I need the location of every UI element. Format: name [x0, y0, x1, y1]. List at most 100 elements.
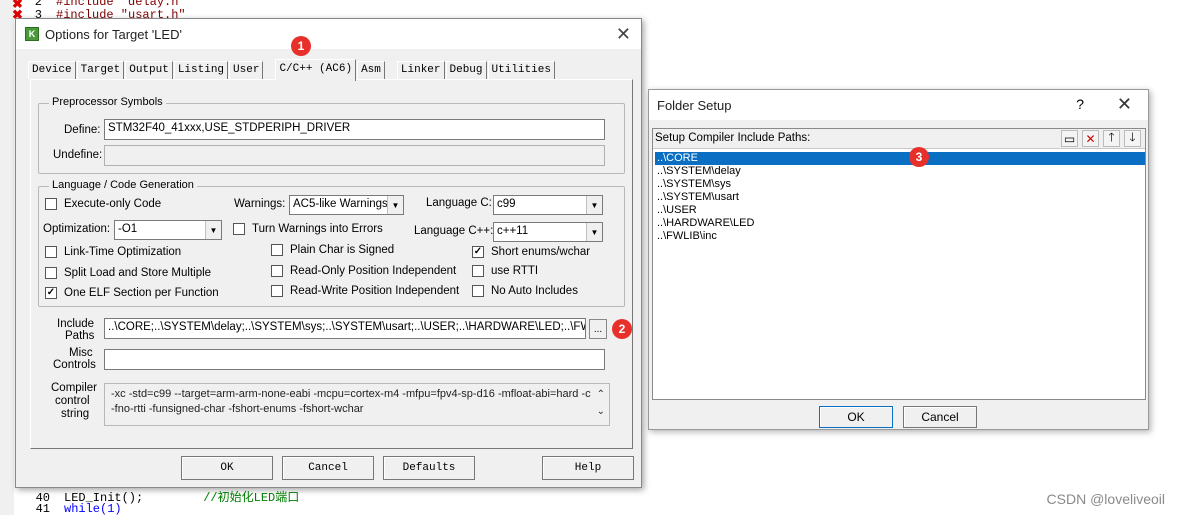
checkbox-box: [45, 246, 57, 258]
watermark: CSDN @loveliveoil: [1046, 491, 1165, 507]
use-rtti-checkbox[interactable]: use RTTI: [472, 265, 538, 277]
checkbox-box: [45, 267, 57, 279]
chevron-down-icon: ▼: [387, 196, 403, 214]
compiler-control-label-2: control: [55, 395, 90, 407]
keil-app-icon: K: [25, 27, 39, 41]
path-item-fwlib[interactable]: ..\FWLIB\inc: [655, 230, 1145, 243]
ro-position-checkbox[interactable]: Read-Only Position Independent: [271, 265, 456, 277]
define-label: Define:: [64, 124, 101, 136]
short-enums-checkbox[interactable]: ✓ Short enums/wchar: [472, 246, 590, 258]
tab-linker[interactable]: Linker: [396, 61, 445, 79]
checkbox-box: [271, 285, 283, 297]
optimization-label: Optimization:: [43, 223, 111, 235]
path-item-user[interactable]: ..\USER: [655, 204, 1145, 217]
annotation-badge-2: 2: [612, 319, 632, 339]
delete-icon[interactable]: ✕: [1082, 130, 1099, 147]
cpp-tab-page: Preprocessor Symbols Define: STM32F40_41…: [30, 79, 633, 449]
compiler-control-label: Compiler: [51, 382, 98, 394]
language-c-select[interactable]: c99 ▼: [493, 195, 603, 215]
define-input[interactable]: STM32F40_41xxx,USE_STDPERIPH_DRIVER: [104, 119, 605, 140]
close-icon[interactable]: ✕: [1117, 94, 1132, 115]
chevron-down-icon: ▼: [586, 196, 602, 214]
options-dialog: K Options for Target 'LED' ✕ Device Targ…: [15, 18, 642, 488]
language-group-title: Language / Code Generation: [49, 179, 197, 191]
code-line: 41 while(1): [35, 502, 122, 515]
path-item-sys[interactable]: ..\SYSTEM\sys: [655, 178, 1145, 191]
no-auto-includes-checkbox[interactable]: No Auto Includes: [472, 285, 578, 297]
folder-setup-title: Folder Setup: [657, 97, 732, 113]
one-elf-checkbox[interactable]: ✓ One ELF Section per Function: [45, 287, 219, 299]
ok-button[interactable]: OK: [181, 456, 273, 480]
include-paths-label-2: Paths: [65, 330, 95, 342]
folder-setup-titlebar[interactable]: Folder Setup ? ✕: [649, 90, 1148, 120]
tab-device[interactable]: Device: [28, 61, 76, 79]
check-icon: ✓: [472, 246, 484, 258]
screen: ✖ ✖ 2 #include "delay.h" 3 #include "usart…: [0, 0, 1179, 515]
include-paths-header: Setup Compiler Include Paths: ▭ ✕ 🡑 🡓: [653, 129, 1145, 149]
compiler-control-string: -xc -std=c99 --target=arm-arm-none-eabi …: [104, 383, 610, 426]
path-item-core[interactable]: ..\CORE: [655, 152, 1145, 165]
options-dialog-title: Options for Target 'LED': [45, 26, 182, 42]
include-paths-label: Include: [57, 318, 95, 330]
chevron-down-icon: ▼: [586, 223, 602, 241]
language-cpp-select[interactable]: c++11 ▼: [493, 222, 603, 242]
execute-only-checkbox[interactable]: Execute-only Code: [45, 198, 161, 210]
list-toolbar: ▭ ✕ 🡑 🡓: [1061, 130, 1141, 147]
checkbox-box: [271, 244, 283, 256]
path-item-led[interactable]: ..\HARDWARE\LED: [655, 217, 1145, 230]
check-icon: ✓: [45, 287, 57, 299]
checkbox-box: [45, 198, 57, 210]
misc-controls-input[interactable]: [104, 349, 605, 370]
link-time-checkbox[interactable]: Link-Time Optimization: [45, 246, 181, 258]
optimization-select[interactable]: -O1 ▼: [114, 220, 222, 240]
defaults-button[interactable]: Defaults: [383, 456, 475, 480]
checkbox-box: [233, 223, 245, 235]
compiler-control-label-3: string: [61, 408, 90, 420]
folder-setup-dialog: Folder Setup ? ✕ Setup Compiler Include …: [648, 89, 1149, 430]
split-load-checkbox[interactable]: Split Load and Store Multiple: [45, 267, 211, 279]
tab-debug[interactable]: Debug: [445, 61, 487, 79]
close-icon[interactable]: ✕: [616, 24, 631, 45]
tab-output[interactable]: Output: [125, 61, 173, 79]
move-down-icon[interactable]: 🡓: [1124, 130, 1141, 147]
annotation-badge-3: 3: [909, 147, 929, 167]
tab-user[interactable]: User: [229, 61, 264, 79]
scroll-arrows-icon[interactable]: ⌃ ⌄: [597, 386, 605, 420]
tab-strip: Device Target Output Listing User C/C++ …: [28, 59, 556, 81]
options-dialog-titlebar[interactable]: K Options for Target 'LED' ✕: [16, 19, 641, 49]
path-item-usart[interactable]: ..\SYSTEM\usart: [655, 191, 1145, 204]
checkbox-box: [271, 265, 283, 277]
new-folder-icon[interactable]: ▭: [1061, 130, 1078, 147]
annotation-badge-1: 1: [291, 36, 311, 56]
undefine-input[interactable]: [104, 145, 605, 166]
cancel-button[interactable]: Cancel: [282, 456, 374, 480]
warnings-select[interactable]: AC5-like Warnings ▼: [289, 195, 404, 215]
include-paths-browse-button[interactable]: ...: [589, 319, 607, 339]
misc-controls-label-2: Controls: [53, 359, 96, 371]
warnings-label: Warnings:: [234, 198, 286, 210]
plain-char-checkbox[interactable]: Plain Char is Signed: [271, 244, 394, 256]
rw-position-checkbox[interactable]: Read-Write Position Independent: [271, 285, 459, 297]
editor-gutter: [0, 0, 14, 515]
folder-ok-button[interactable]: OK: [819, 406, 893, 428]
preprocessor-group-title: Preprocessor Symbols: [49, 96, 166, 108]
checkbox-box: [472, 285, 484, 297]
help-button[interactable]: Help: [542, 456, 634, 480]
help-icon[interactable]: ?: [1076, 96, 1084, 112]
tab-listing[interactable]: Listing: [173, 61, 229, 79]
tab-target[interactable]: Target: [76, 61, 125, 79]
folder-cancel-button[interactable]: Cancel: [903, 406, 977, 428]
move-up-icon[interactable]: 🡑: [1103, 130, 1120, 147]
tab-cpp-ac6[interactable]: C/C++ (AC6): [275, 59, 357, 81]
include-paths-list: Setup Compiler Include Paths: ▭ ✕ 🡑 🡓 ..…: [652, 128, 1146, 400]
turn-warnings-checkbox[interactable]: Turn Warnings into Errors: [233, 223, 383, 235]
undefine-label: Undefine:: [53, 149, 103, 161]
include-paths-input[interactable]: ..\CORE;..\SYSTEM\delay;..\SYSTEM\sys;..…: [104, 318, 586, 339]
tab-asm[interactable]: Asm: [357, 61, 385, 79]
chevron-down-icon: ▼: [205, 221, 221, 239]
language-cpp-label: Language C++:: [414, 225, 494, 237]
path-item-delay[interactable]: ..\SYSTEM\delay: [655, 165, 1145, 178]
language-c-label: Language C:: [426, 197, 492, 209]
tab-utilities[interactable]: Utilities: [487, 61, 555, 79]
checkbox-box: [472, 265, 484, 277]
